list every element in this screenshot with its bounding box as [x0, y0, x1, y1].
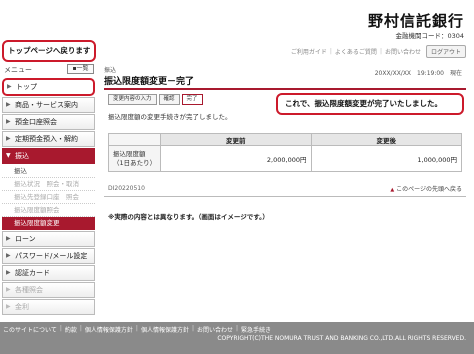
transfer-subnav: 振込 振込状況 照会・取消 振込先登録口座 照会 振込限度額照会 振込限度額変更	[2, 165, 95, 230]
footer-link-about[interactable]: このサイトについて	[3, 325, 57, 334]
copyright: COPYRIGHT(C)THE NOMURA TRUST AND BANKING…	[217, 335, 466, 342]
separator: |	[236, 325, 239, 332]
page-title: 振込限度額変更－完了	[104, 77, 195, 87]
table-header-after: 変更後	[310, 133, 462, 146]
chevron-right-icon: ▶	[6, 235, 11, 242]
sidebar-item-label: 認証カード	[15, 269, 50, 277]
separator: |	[135, 325, 138, 332]
subnav-item-transfer-status[interactable]: 振込状況 照会・取消	[2, 178, 95, 191]
chevron-right-icon: ▶	[6, 286, 11, 293]
guide-link[interactable]: ご利用ガイド	[291, 47, 327, 56]
logout-button[interactable]: ログアウト	[425, 45, 466, 58]
row-label: 振込限度額 （1日あたり）	[108, 145, 161, 172]
separator: |	[329, 48, 332, 55]
sidebar-item-label: 各種照会	[15, 286, 43, 294]
bank-logo[interactable]: 野村信託銀行	[368, 10, 464, 31]
step-input: 変更内容の入力	[108, 94, 157, 105]
separator: |	[79, 325, 82, 332]
triangle-up-icon: ▲	[390, 187, 395, 193]
footer-links: このサイトについて | 約款 | 個人情報保護方針 | 個人情報保護方針 | お…	[3, 325, 271, 334]
reference-number: DI20220510	[108, 185, 145, 192]
chevron-down-icon: ▼	[6, 152, 11, 159]
limit-after-value: 1,000,000円	[310, 145, 462, 172]
sidebar-item-label: ローン	[15, 235, 36, 243]
separator: |	[379, 48, 382, 55]
completion-message: 振込限度額の変更手続きが完了しました。	[108, 113, 232, 121]
sidebar-item-label: 金利	[15, 303, 29, 311]
sidebar-item-label: 振込	[15, 152, 29, 160]
separator: |	[59, 325, 62, 332]
sidebar-nav: ▶ トップ ▶ 商品・サービス案内 ▶ 預金口座照会 ▶ 定期預金預入・解約 ▼…	[2, 78, 95, 316]
sidebar-item-top[interactable]: ▶ トップ	[2, 78, 95, 96]
limit-change-table: 変更前 変更後 振込限度額 （1日あたり） 2,000,000円 1,000,0…	[108, 133, 462, 172]
footer-link-contact[interactable]: お問い合わせ	[197, 325, 233, 334]
sidebar-item-password[interactable]: ▶ パスワード/メール設定	[2, 248, 95, 264]
bank-code: 金融機関コード：0304	[395, 32, 464, 40]
subnav-item-limit-change[interactable]: 振込限度額変更	[2, 217, 95, 230]
callout-completed: これで、振込限度額変更が完了いたしました。	[276, 93, 464, 115]
sidebar-item-auth-card[interactable]: ▶ 認証カード	[2, 265, 95, 281]
table-header-empty	[108, 133, 161, 146]
limit-before-value: 2,000,000円	[160, 145, 312, 172]
sidebar-item-label: 預金口座照会	[15, 118, 57, 126]
sidebar-item-products[interactable]: ▶ 商品・サービス案内	[2, 97, 95, 113]
list-button[interactable]: ▪一覧	[67, 64, 94, 74]
title-divider	[104, 88, 466, 90]
step-complete: 完了	[181, 94, 203, 105]
sidebar-item-label: トップ	[16, 83, 37, 91]
footer: このサイトについて | 約款 | 個人情報保護方針 | 個人情報保護方針 | お…	[0, 322, 474, 354]
footer-link-terms[interactable]: 約款	[65, 325, 77, 334]
subnav-item-limit-inquiry[interactable]: 振込限度額照会	[2, 204, 95, 217]
callout-back-to-top: トップページへ戻ります	[2, 40, 96, 62]
sidebar: メニュー ▪一覧 ▶ トップ ▶ 商品・サービス案内 ▶ 預金口座照会 ▶ 定期…	[0, 62, 97, 320]
sidebar-item-time-deposit[interactable]: ▶ 定期預金預入・解約	[2, 131, 95, 147]
step-confirm: 確認	[158, 94, 180, 105]
footer-link-privacy-2[interactable]: 個人情報保護方針	[141, 325, 189, 334]
table-header-before: 変更前	[160, 133, 312, 146]
sidebar-item-account-inquiry[interactable]: ▶ 預金口座照会	[2, 114, 95, 130]
table-row: 振込限度額 （1日あたり） 2,000,000円 1,000,000円	[108, 145, 462, 172]
chevron-right-icon: ▶	[6, 269, 11, 276]
chevron-right-icon: ▶	[7, 83, 12, 90]
chevron-right-icon: ▶	[6, 135, 11, 142]
divider	[104, 196, 466, 197]
row-label-line1: 振込限度額	[113, 149, 146, 158]
menu-label: メニュー	[4, 66, 32, 74]
menu-header: メニュー ▪一覧	[0, 62, 97, 76]
chevron-right-icon: ▶	[6, 118, 11, 125]
sidebar-item-label: 商品・サービス案内	[15, 101, 78, 109]
step-indicator: 変更内容の入力 確認 完了	[108, 94, 203, 105]
sidebar-item-transfer[interactable]: ▼ 振込	[2, 148, 95, 164]
page-top-link[interactable]: ▲ このページの先頭へ戻る	[390, 184, 462, 193]
subnav-item-transfer[interactable]: 振込	[2, 165, 95, 178]
sidebar-item-label: パスワード/メール設定	[15, 252, 88, 260]
disclaimer-note: ※実際の内容とは異なります。（画面はイメージです。）	[108, 213, 269, 221]
faq-link[interactable]: よくあるご質問	[335, 47, 377, 56]
footer-link-privacy[interactable]: 個人情報保護方針	[85, 325, 133, 334]
subnav-item-registered-accounts[interactable]: 振込先登録口座 照会	[2, 191, 95, 204]
chevron-right-icon: ▶	[6, 101, 11, 108]
header-links: ご利用ガイド | よくあるご質問 | お問い合わせ ログアウト	[291, 45, 466, 58]
row-label-line2: （1日あたり）	[113, 158, 157, 167]
page-top-link-label: このページの先頭へ戻る	[396, 186, 462, 193]
sidebar-item-inquiries[interactable]: ▶ 各種照会	[2, 282, 95, 298]
footer-link-emergency[interactable]: 緊急手続き	[241, 325, 271, 334]
sidebar-item-interest[interactable]: ▶ 金利	[2, 299, 95, 315]
separator: |	[191, 325, 194, 332]
contact-link[interactable]: お問い合わせ	[385, 47, 421, 56]
chevron-right-icon: ▶	[6, 303, 11, 310]
section-label: 振込	[104, 67, 117, 74]
sidebar-item-label: 定期預金預入・解約	[15, 135, 78, 143]
chevron-right-icon: ▶	[6, 252, 11, 259]
table-header-row: 変更前 変更後	[108, 133, 462, 146]
sidebar-item-loan[interactable]: ▶ ローン	[2, 231, 95, 247]
current-datetime: 20XX/XX/XX 19:19:00 現在	[374, 70, 462, 77]
